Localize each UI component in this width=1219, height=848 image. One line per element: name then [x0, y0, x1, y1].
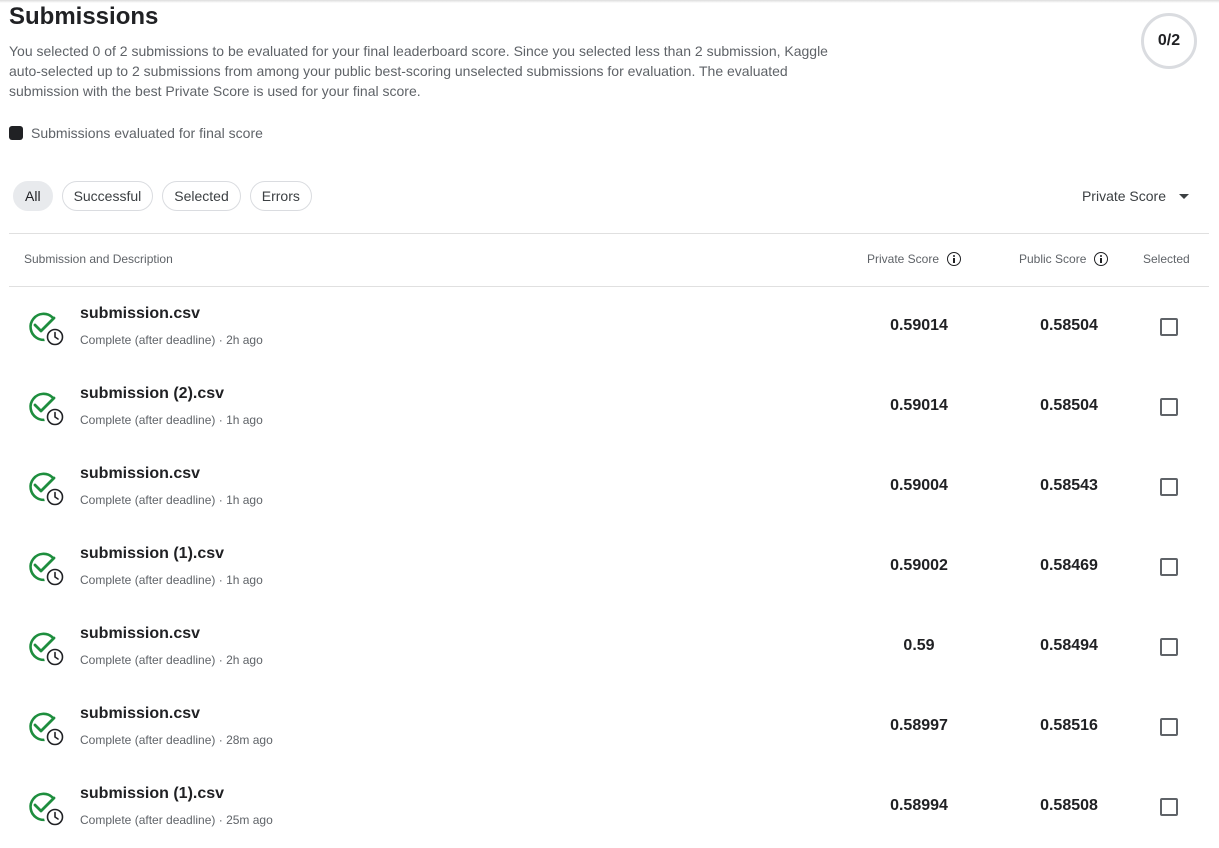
submission-filename[interactable]: submission (2).csv: [80, 385, 224, 403]
public-score: 0.58508: [1040, 797, 1098, 814]
submission-status: Complete (after deadline) · 1h ago: [80, 493, 263, 507]
table-row[interactable]: submission.csv Complete (after deadline) …: [9, 447, 1209, 527]
check-circle-with-clock-icon: [26, 629, 68, 669]
select-checkbox[interactable]: [1160, 318, 1178, 336]
table-row[interactable]: submission (1).csv Complete (after deadli…: [9, 767, 1209, 847]
column-header-private: Private Score: [867, 252, 962, 266]
submission-status: Complete (after deadline) · 28m ago: [80, 733, 273, 747]
legend: Submissions evaluated for final score: [9, 125, 263, 141]
private-score: 0.58997: [890, 717, 948, 734]
public-score: 0.58504: [1040, 317, 1098, 334]
filter-errors[interactable]: Errors: [249, 181, 312, 211]
sort-dropdown[interactable]: Private Score: [1082, 188, 1189, 204]
filter-selected[interactable]: Selected: [162, 181, 241, 211]
private-score: 0.59002: [890, 557, 948, 574]
table-row[interactable]: submission (1).csv Complete (after deadli…: [9, 527, 1209, 607]
submission-filename[interactable]: submission.csv: [80, 625, 200, 643]
column-header-selected: Selected: [1143, 252, 1190, 266]
submission-filename[interactable]: submission.csv: [80, 465, 200, 483]
select-checkbox[interactable]: [1160, 478, 1178, 496]
submission-filename[interactable]: submission.csv: [80, 305, 200, 323]
check-circle-with-clock-icon: [26, 309, 68, 349]
submission-filename[interactable]: submission (1).csv: [80, 785, 224, 803]
sort-label: Private Score: [1081, 188, 1166, 204]
select-checkbox[interactable]: [1160, 558, 1178, 576]
public-score: 0.58494: [1040, 637, 1098, 654]
public-score: 0.58543: [1040, 477, 1098, 494]
private-score: 0.59014: [890, 397, 948, 414]
table-row[interactable]: submission.csv Complete (after deadline) …: [9, 687, 1209, 767]
column-header-submission: Submission and Description: [24, 252, 173, 266]
public-score: 0.58516: [1040, 717, 1098, 734]
filter-chips: All Successful Selected Errors: [13, 181, 321, 211]
select-checkbox[interactable]: [1160, 718, 1178, 736]
column-header-public: Public Score: [1019, 252, 1109, 266]
info-icon[interactable]: [947, 252, 962, 266]
submission-status: Complete (after deadline) · 2h ago: [80, 333, 263, 347]
column-header-submission-label: Submission and Description: [24, 252, 173, 266]
check-circle-with-clock-icon: [26, 549, 68, 589]
caret-down-icon: [1179, 193, 1189, 199]
private-score: 0.59: [903, 637, 935, 654]
column-header-selected-label: Selected: [1143, 252, 1190, 266]
submission-status: Complete (after deadline) · 1h ago: [80, 573, 263, 587]
submissions-description: You selected 0 of 2 submissions to be ev…: [9, 43, 828, 99]
select-checkbox[interactable]: [1160, 638, 1178, 656]
submission-filename[interactable]: submission.csv: [80, 705, 200, 723]
submission-status: Complete (after deadline) · 1h ago: [80, 413, 263, 427]
private-score: 0.59004: [890, 477, 948, 494]
check-circle-with-clock-icon: [26, 389, 68, 429]
column-header-private-label: Private Score: [867, 252, 940, 266]
table-row[interactable]: submission.csv Complete (after deadline) …: [9, 607, 1209, 687]
table-row[interactable]: submission.csv Complete (after deadline) …: [9, 287, 1209, 367]
private-score: 0.59014: [890, 317, 948, 334]
page-title: Submissions: [9, 3, 159, 30]
public-score: 0.58469: [1040, 557, 1098, 574]
select-checkbox[interactable]: [1160, 398, 1178, 416]
column-header-public-label: Public Score: [1019, 252, 1087, 266]
submission-status: Complete (after deadline) · 25m ago: [80, 813, 273, 827]
legend-label: Submissions evaluated for final score: [31, 125, 263, 141]
submission-filename[interactable]: submission (1).csv: [80, 545, 224, 563]
public-score: 0.58504: [1040, 397, 1098, 414]
info-icon[interactable]: [1094, 252, 1109, 266]
check-circle-with-clock-icon: [26, 709, 68, 749]
selected-counter: 0/2: [1141, 13, 1197, 69]
top-shadow: [0, 0, 1219, 3]
table-row[interactable]: submission (2).csv Complete (after deadli…: [9, 367, 1209, 447]
filter-successful[interactable]: Successful: [61, 181, 154, 211]
table-top-divider: [9, 233, 1209, 234]
check-circle-with-clock-icon: [26, 789, 68, 829]
check-circle-with-clock-icon: [26, 469, 68, 509]
private-score: 0.58994: [890, 797, 948, 814]
legend-swatch: [9, 126, 23, 140]
filter-all[interactable]: All: [13, 181, 53, 211]
select-checkbox[interactable]: [1160, 798, 1178, 816]
submission-status: Complete (after deadline) · 2h ago: [80, 653, 263, 667]
